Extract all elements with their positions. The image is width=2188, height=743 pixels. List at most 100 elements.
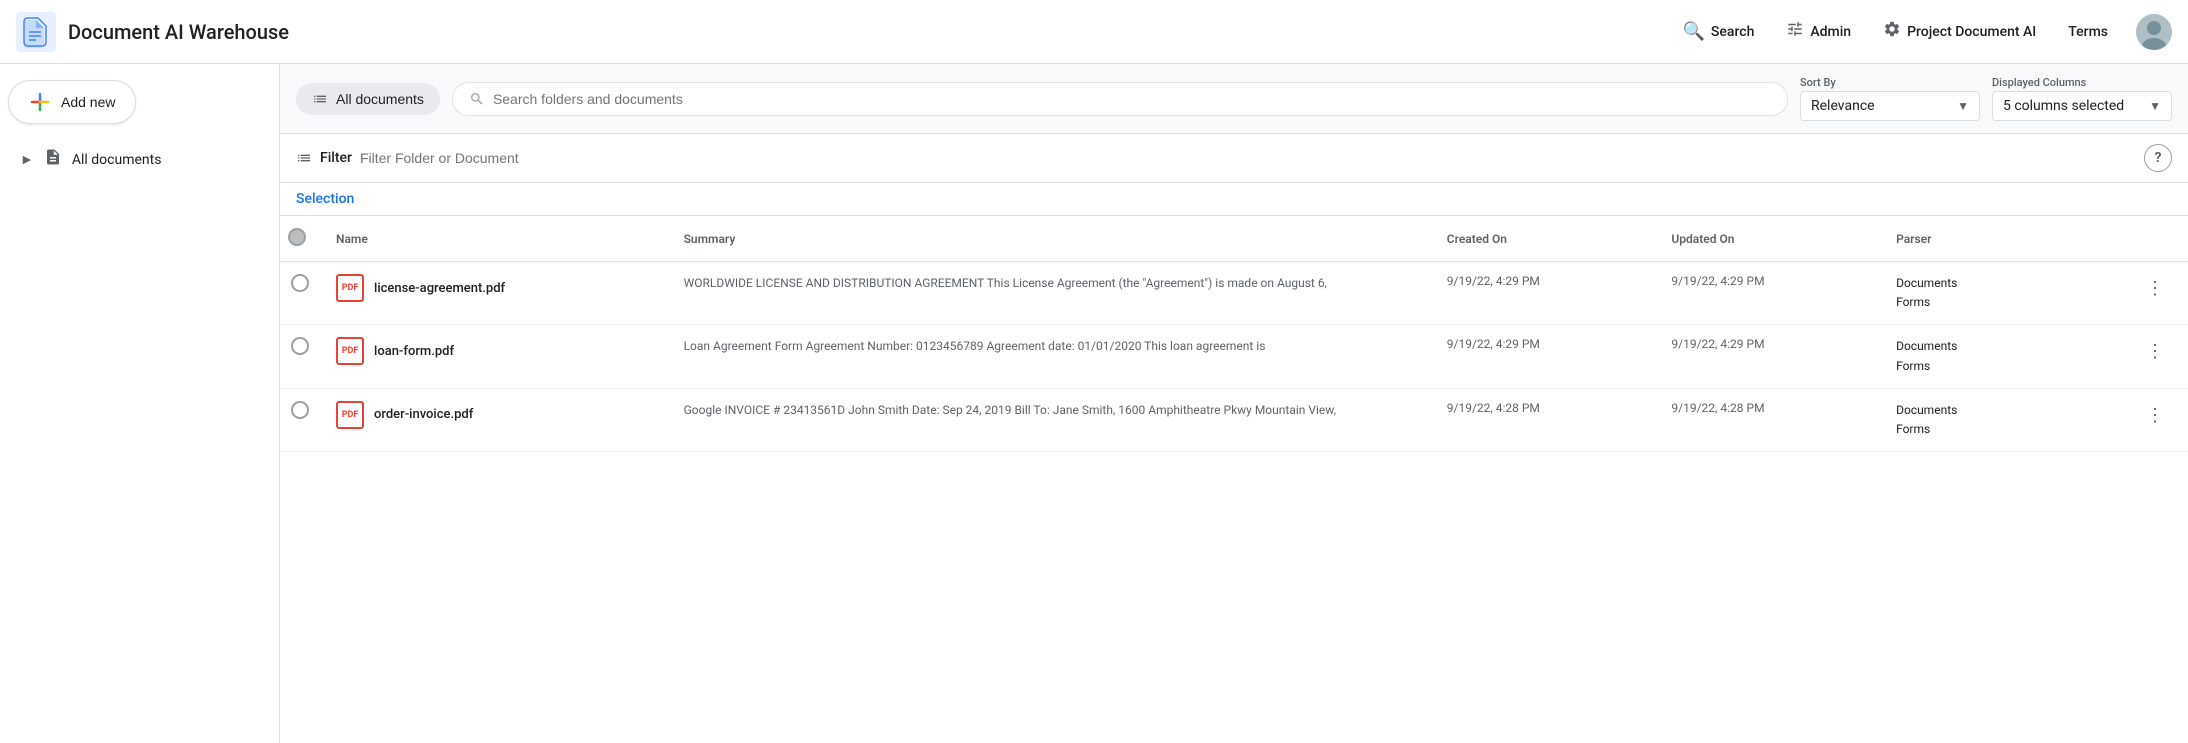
doc-name-wrapper-2: PDF order-invoice.pdf bbox=[336, 401, 652, 429]
created-date-1: 9/19/22, 4:29 PM bbox=[1447, 337, 1640, 351]
search-icon: 🔍 bbox=[1683, 21, 1705, 42]
columns-select[interactable]: 5 columns selected ▼ bbox=[1992, 91, 2172, 121]
doc-summary-text-1: Loan Agreement Form Agreement Number: 01… bbox=[684, 337, 1415, 355]
table-header-row: Name Summary Created On Updated On Parse… bbox=[280, 216, 2188, 262]
row-more-button-1[interactable]: ⋮ bbox=[2138, 337, 2172, 366]
main-content: All documents Sort By Relevance ▼ Displa… bbox=[280, 64, 2188, 743]
doc-summary-text-2: Google INVOICE # 23413561D John Smith Da… bbox=[684, 401, 1415, 419]
columns-dropdown-arrow: ▼ bbox=[2149, 99, 2161, 113]
sort-dropdown: Sort By Relevance ▼ bbox=[1800, 76, 1980, 121]
columns-dropdown: Displayed Columns 5 columns selected ▼ bbox=[1992, 76, 2172, 121]
doc-name-1[interactable]: loan-form.pdf bbox=[374, 344, 454, 359]
sidebar-item-all-documents[interactable]: ► All documents bbox=[8, 140, 271, 179]
row-created-1: 9/19/22, 4:29 PM bbox=[1431, 325, 1656, 388]
table-row: PDF loan-form.pdf Loan Agreement Form Ag… bbox=[280, 325, 2188, 388]
pdf-icon-1: PDF bbox=[336, 337, 364, 365]
row-actions-2: ⋮ bbox=[2122, 388, 2188, 451]
plus-icon bbox=[29, 91, 51, 113]
logo-area: Document AI Warehouse bbox=[16, 12, 289, 52]
row-updated-1: 9/19/22, 4:29 PM bbox=[1655, 325, 1880, 388]
selection-link[interactable]: Selection bbox=[296, 191, 354, 207]
updated-date-2: 9/19/22, 4:28 PM bbox=[1671, 401, 1864, 415]
nav-terms[interactable]: Terms bbox=[2056, 16, 2120, 48]
add-new-button[interactable]: Add new bbox=[8, 80, 136, 124]
table-row: PDF order-invoice.pdf Google INVOICE # 2… bbox=[280, 388, 2188, 451]
sidebar: Add new ► All documents bbox=[0, 64, 280, 743]
chevron-right-icon: ► bbox=[20, 151, 34, 168]
selection-row: Selection bbox=[280, 183, 2188, 216]
row-parser-2: DocumentsForms bbox=[1880, 388, 2122, 451]
search-input[interactable] bbox=[493, 91, 1771, 107]
columns-value: 5 columns selected bbox=[2003, 98, 2124, 114]
row-checkbox-2[interactable] bbox=[291, 401, 309, 419]
th-check bbox=[280, 216, 320, 262]
row-summary-1: Loan Agreement Form Agreement Number: 01… bbox=[668, 325, 1431, 388]
tune-icon bbox=[1786, 20, 1804, 43]
updated-date-1: 9/19/22, 4:29 PM bbox=[1671, 337, 1864, 351]
parser-badge-0: DocumentsForms bbox=[1896, 274, 2106, 312]
app-logo-icon bbox=[16, 12, 56, 52]
filter-icon bbox=[296, 150, 312, 166]
th-parser: Parser bbox=[1880, 216, 2122, 262]
th-created-on: Created On bbox=[1431, 216, 1656, 262]
row-parser-1: DocumentsForms bbox=[1880, 325, 2122, 388]
row-name-cell-2: PDF order-invoice.pdf bbox=[320, 388, 668, 451]
pdf-icon-2: PDF bbox=[336, 401, 364, 429]
sort-by-select[interactable]: Relevance ▼ bbox=[1800, 91, 1980, 121]
th-summary: Summary bbox=[668, 216, 1431, 262]
nav-admin[interactable]: Admin bbox=[1774, 12, 1863, 51]
row-summary-0: WORLDWIDE LICENSE AND DISTRIBUTION AGREE… bbox=[668, 262, 1431, 325]
parser-badge-2: DocumentsForms bbox=[1896, 401, 2106, 439]
doc-name-wrapper-0: PDF license-agreement.pdf bbox=[336, 274, 652, 302]
row-created-2: 9/19/22, 4:28 PM bbox=[1431, 388, 1656, 451]
list-icon bbox=[312, 91, 328, 107]
row-actions-0: ⋮ bbox=[2122, 262, 2188, 325]
row-created-0: 9/19/22, 4:29 PM bbox=[1431, 262, 1656, 325]
settings-icon bbox=[1883, 20, 1901, 43]
row-check-2[interactable] bbox=[280, 388, 320, 451]
filter-input[interactable] bbox=[360, 150, 2136, 166]
row-updated-2: 9/19/22, 4:28 PM bbox=[1655, 388, 1880, 451]
nav-search[interactable]: 🔍 Search bbox=[1671, 13, 1767, 50]
row-actions-1: ⋮ bbox=[2122, 325, 2188, 388]
sort-dropdown-arrow: ▼ bbox=[1957, 99, 1969, 113]
app-header: Document AI Warehouse 🔍 Search Admin Pro… bbox=[0, 0, 2188, 64]
row-checkbox-0[interactable] bbox=[291, 274, 309, 292]
row-checkbox-1[interactable] bbox=[291, 337, 309, 355]
header-nav: 🔍 Search Admin Project Document AI Terms bbox=[1671, 12, 2173, 51]
updated-date-0: 9/19/22, 4:29 PM bbox=[1671, 274, 1864, 288]
row-check-1[interactable] bbox=[280, 325, 320, 388]
row-name-cell-1: PDF loan-form.pdf bbox=[320, 325, 668, 388]
sidebar-item-label: All documents bbox=[72, 152, 162, 168]
select-all-checkbox[interactable] bbox=[288, 228, 306, 246]
search-box[interactable] bbox=[452, 82, 1788, 116]
row-updated-0: 9/19/22, 4:29 PM bbox=[1655, 262, 1880, 325]
app-body: Add new ► All documents All documents So… bbox=[0, 64, 2188, 743]
sort-by-label: Sort By bbox=[1800, 76, 1980, 89]
app-title: Document AI Warehouse bbox=[68, 20, 289, 44]
row-more-button-2[interactable]: ⋮ bbox=[2138, 401, 2172, 430]
user-avatar[interactable] bbox=[2136, 14, 2172, 50]
toolbar: All documents Sort By Relevance ▼ Displa… bbox=[280, 64, 2188, 134]
help-button[interactable]: ? bbox=[2144, 144, 2172, 172]
doc-name-0[interactable]: license-agreement.pdf bbox=[374, 281, 505, 296]
row-name-cell-0: PDF license-agreement.pdf bbox=[320, 262, 668, 325]
row-parser-0: DocumentsForms bbox=[1880, 262, 2122, 325]
row-more-button-0[interactable]: ⋮ bbox=[2138, 274, 2172, 303]
all-documents-label: All documents bbox=[336, 91, 424, 107]
created-date-0: 9/19/22, 4:29 PM bbox=[1447, 274, 1640, 288]
pdf-icon-0: PDF bbox=[336, 274, 364, 302]
doc-name-2[interactable]: order-invoice.pdf bbox=[374, 407, 473, 422]
doc-name-wrapper-1: PDF loan-form.pdf bbox=[336, 337, 652, 365]
parser-badge-1: DocumentsForms bbox=[1896, 337, 2106, 375]
add-new-label: Add new bbox=[61, 94, 115, 110]
documents-table: Name Summary Created On Updated On Parse… bbox=[280, 216, 2188, 452]
created-date-2: 9/19/22, 4:28 PM bbox=[1447, 401, 1640, 415]
table-row: PDF license-agreement.pdf WORLDWIDE LICE… bbox=[280, 262, 2188, 325]
nav-project[interactable]: Project Document AI bbox=[1871, 12, 2048, 51]
filter-label: Filter bbox=[320, 150, 352, 166]
row-check-0[interactable] bbox=[280, 262, 320, 325]
th-actions bbox=[2122, 216, 2188, 262]
all-documents-button[interactable]: All documents bbox=[296, 83, 440, 115]
filter-row: Filter ? bbox=[280, 134, 2188, 183]
